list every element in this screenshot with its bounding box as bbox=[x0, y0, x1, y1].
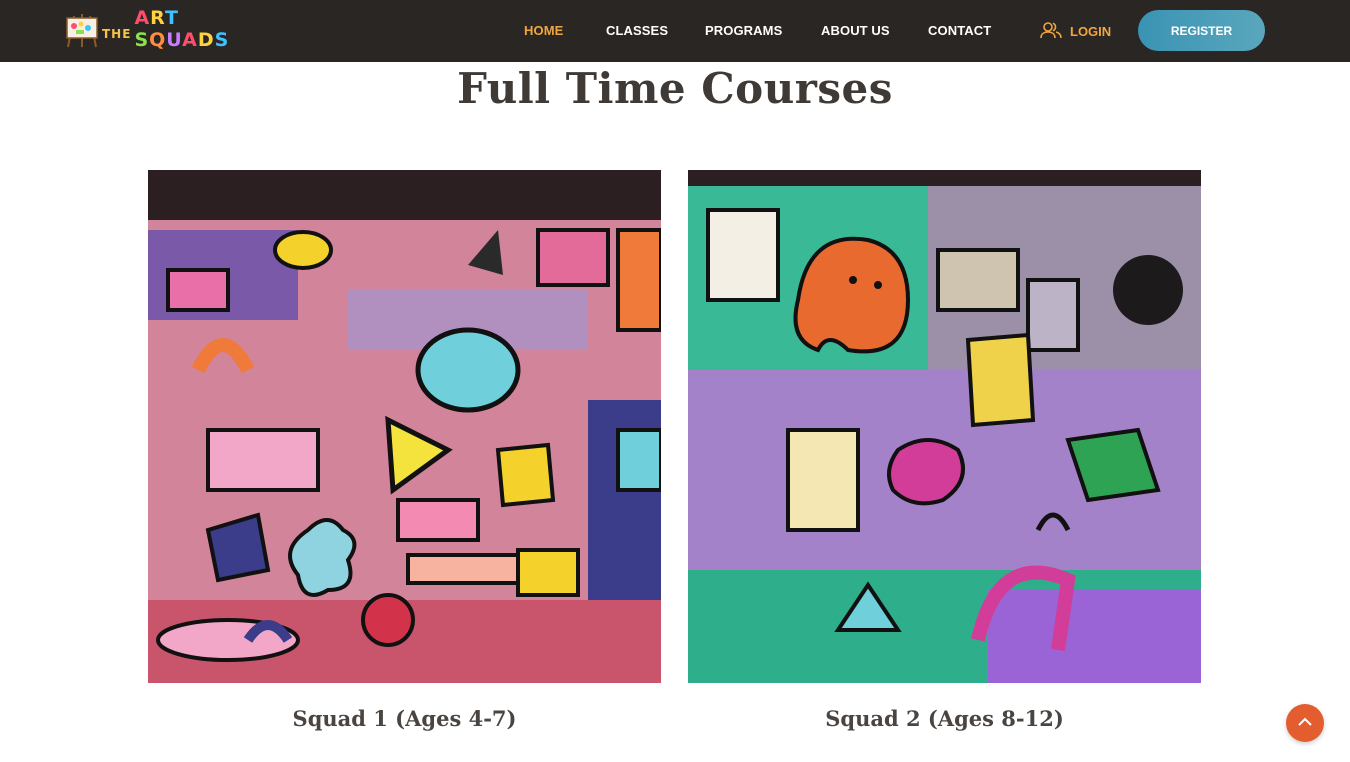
nav-contact[interactable]: CONTACT bbox=[928, 23, 991, 38]
nav-home[interactable]: HOME bbox=[524, 23, 563, 38]
squad-2-title[interactable]: Squad 2 (Ages 8-12) bbox=[688, 706, 1201, 731]
users-icon bbox=[1040, 21, 1070, 42]
navbar: THE ART SQUADS HOME CLASSES PROGRAMS ABO… bbox=[0, 0, 1350, 62]
login-label: LOGIN bbox=[1070, 24, 1112, 39]
nav-classes[interactable]: CLASSES bbox=[606, 23, 668, 38]
squad-2-artwork[interactable] bbox=[688, 170, 1201, 683]
login-link[interactable]: LOGIN bbox=[1040, 21, 1111, 42]
squad-1-artwork[interactable] bbox=[148, 170, 661, 683]
register-button[interactable]: REGISTER bbox=[1138, 10, 1265, 51]
back-to-top-button[interactable] bbox=[1286, 704, 1324, 742]
nav-about-us[interactable]: ABOUT US bbox=[821, 23, 890, 38]
squad-1-title[interactable]: Squad 1 (Ages 4-7) bbox=[148, 706, 661, 731]
chevron-up-icon bbox=[1298, 714, 1312, 732]
page-title: Full Time Courses bbox=[457, 64, 893, 113]
nav-programs[interactable]: PROGRAMS bbox=[705, 23, 782, 38]
